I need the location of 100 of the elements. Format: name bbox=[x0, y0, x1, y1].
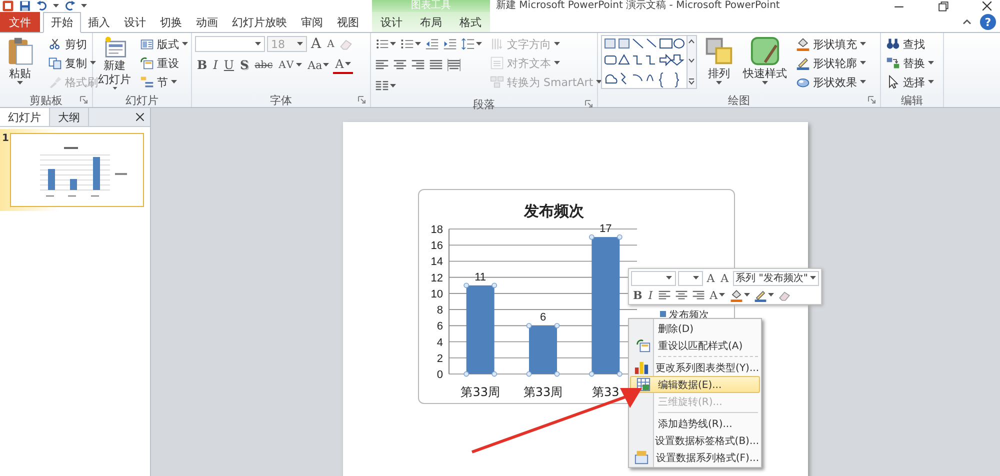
group-label: 幻灯片 bbox=[126, 92, 158, 108]
dialog-launcher-icon[interactable] bbox=[80, 96, 88, 104]
paint-bucket-icon bbox=[730, 288, 743, 302]
strikethrough-button[interactable]: abc bbox=[252, 56, 275, 74]
scissors-icon bbox=[48, 37, 62, 51]
chart-title: 发布频次 bbox=[524, 202, 584, 220]
bold-button[interactable]: B bbox=[631, 287, 644, 303]
slide-thumbnail[interactable] bbox=[10, 133, 144, 207]
caret-icon bbox=[476, 42, 482, 46]
grow-font-button[interactable]: A bbox=[704, 270, 717, 286]
restore-button[interactable] bbox=[936, 0, 950, 13]
italic-button[interactable]: I bbox=[646, 287, 655, 303]
ribbon-button[interactable]: 形状轮廓 bbox=[794, 54, 868, 72]
dialog-launcher-icon[interactable] bbox=[585, 100, 593, 108]
pencil-icon bbox=[754, 288, 767, 302]
menu-item[interactable]: 编辑数据(E)... bbox=[630, 376, 760, 393]
ribbon-button[interactable]: 重设 bbox=[138, 54, 190, 72]
slide-number: 1 bbox=[2, 133, 8, 144]
ribbon-button[interactable]: 粘贴 bbox=[3, 35, 37, 91]
font-color-button[interactable]: A bbox=[333, 56, 353, 74]
series-dropdown[interactable]: 系列 "发布频次" bbox=[732, 270, 819, 286]
caret-icon bbox=[692, 276, 699, 280]
ribbon-button[interactable]: 版式 bbox=[138, 35, 190, 53]
shapes-gallery-drawing[interactable] bbox=[601, 35, 697, 89]
close-icon bbox=[134, 111, 146, 123]
category-label: 第33周 bbox=[460, 385, 500, 399]
align-center-icon bbox=[674, 288, 688, 302]
axis-tick-label: 0 bbox=[436, 369, 443, 381]
ribbon-tab[interactable]: 设计 bbox=[374, 12, 410, 32]
ribbon-button[interactable]: 形状填充 bbox=[794, 35, 868, 53]
italic-button[interactable]: I bbox=[211, 56, 220, 74]
ribbon-tab[interactable]: 插入 bbox=[81, 12, 117, 32]
align-text-icon bbox=[490, 56, 504, 70]
ribbon-button[interactable]: 替换 bbox=[884, 54, 936, 72]
caret-icon bbox=[718, 293, 725, 297]
pane-tab[interactable]: 幻灯片 bbox=[0, 108, 50, 126]
shrink-font-button[interactable]: A bbox=[325, 35, 336, 53]
spreadsheet-icon bbox=[636, 377, 650, 392]
caret-icon bbox=[323, 63, 330, 67]
ribbon-button[interactable]: 节 bbox=[138, 73, 190, 91]
character-spacing-button[interactable]: AV bbox=[276, 56, 304, 74]
category-label: 第33周 bbox=[523, 385, 563, 399]
format-icon bbox=[634, 450, 650, 465]
ribbon-tab[interactable]: 视图 bbox=[330, 12, 366, 32]
change-case-button[interactable]: Aa bbox=[306, 56, 332, 74]
grow-font-button[interactable]: A bbox=[309, 35, 324, 53]
caret-icon bbox=[860, 42, 866, 46]
font-field[interactable] bbox=[631, 270, 676, 286]
shrink-font-button[interactable]: A bbox=[718, 270, 731, 286]
shadow-button[interactable]: S bbox=[238, 56, 251, 74]
font-field[interactable] bbox=[195, 36, 265, 52]
caret-icon bbox=[53, 4, 59, 8]
dialog-launcher-icon[interactable] bbox=[868, 96, 876, 104]
underline-button[interactable]: U bbox=[222, 56, 236, 74]
caret-icon bbox=[596, 80, 602, 84]
ribbon-tab[interactable]: 设计 bbox=[117, 12, 153, 32]
selection-handles-drawing bbox=[526, 322, 560, 377]
ribbon-tab[interactable]: 切换 bbox=[153, 12, 189, 32]
align-left-icon bbox=[658, 288, 671, 302]
dialog-launcher-icon[interactable] bbox=[358, 96, 366, 104]
numbering-icon bbox=[400, 37, 414, 51]
text-direction-icon bbox=[490, 37, 504, 51]
ribbon-tab[interactable]: 幻灯片放映 bbox=[225, 12, 294, 32]
font-size-field[interactable] bbox=[678, 270, 703, 286]
align-center-icon bbox=[393, 58, 407, 72]
ribbon-tab[interactable]: 格式 bbox=[452, 12, 488, 32]
align-left-icon bbox=[375, 58, 389, 72]
font-color-button[interactable]: A bbox=[708, 287, 727, 303]
columns-icon bbox=[375, 79, 389, 93]
help-button[interactable]: ? bbox=[980, 14, 996, 30]
reset-style-icon bbox=[636, 338, 650, 353]
ribbon-button[interactable]: 查找 bbox=[884, 35, 936, 53]
indent-icon bbox=[443, 37, 457, 51]
ribbon-button[interactable]: 排列 bbox=[702, 35, 736, 91]
menu-item[interactable]: 添加趋势线(R)... bbox=[630, 415, 760, 432]
ribbon-button[interactable]: 形状效果 bbox=[794, 73, 868, 91]
ribbon-tab[interactable]: 动画 bbox=[189, 12, 225, 32]
tool-group-title: 图表工具 bbox=[411, 0, 451, 12]
justify-icon bbox=[429, 58, 443, 72]
axis-tick-label: 18 bbox=[430, 224, 443, 236]
icon-button[interactable] bbox=[446, 56, 462, 74]
outdent-icon bbox=[425, 37, 439, 51]
pane-tab[interactable]: 大纲 bbox=[50, 108, 89, 126]
caret-icon bbox=[666, 276, 672, 280]
group-label: 绘图 bbox=[728, 92, 750, 108]
caret-icon bbox=[90, 61, 96, 65]
ribbon-tab[interactable]: 开始 bbox=[43, 12, 81, 33]
align-right-icon bbox=[411, 58, 425, 72]
ribbon-tab[interactable]: 文件 bbox=[0, 12, 40, 32]
ribbon-tab[interactable]: 审阅 bbox=[294, 12, 330, 32]
ribbon-button[interactable]: 快速样式 bbox=[741, 35, 789, 91]
data-label: 17 bbox=[600, 223, 612, 236]
brush-icon bbox=[48, 75, 62, 89]
ribbon-tab[interactable]: 布局 bbox=[412, 12, 449, 32]
ribbon-button[interactable]: 选择 bbox=[884, 73, 936, 91]
bold-button[interactable]: B bbox=[195, 56, 210, 74]
menu-item[interactable]: 设置数据标签格式(B)... bbox=[630, 432, 760, 449]
close-button[interactable] bbox=[980, 0, 994, 13]
menu-item[interactable]: 设置数据系列格式(F)... bbox=[630, 449, 760, 466]
cursor-icon bbox=[886, 75, 900, 89]
